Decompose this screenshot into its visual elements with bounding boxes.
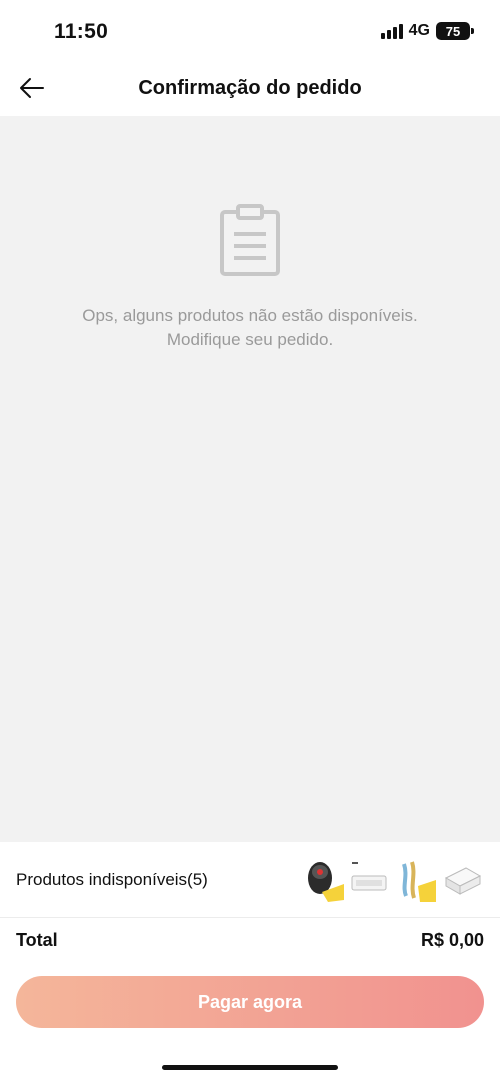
- total-label: Total: [16, 930, 58, 950]
- unavailable-message: Ops, alguns produtos não estão disponíve…: [82, 306, 418, 349]
- battery-icon: 75: [436, 22, 474, 40]
- unavailable-products-label: Produtos indisponíveis(5): [16, 870, 208, 889]
- total-value: R$ 0,00: [420, 930, 484, 950]
- home-indicator: [162, 1065, 338, 1070]
- header: Confirmação do pedido: [0, 62, 500, 116]
- pay-now-button[interactable]: Pagar agora: [16, 976, 484, 1028]
- white-adapter-thumbnail: [442, 856, 482, 904]
- status-bar: 11:50 4G 75: [0, 0, 500, 62]
- order-confirmation-screen: 11:50 4G 75 Confirmação do pedido Ops, a…: [0, 0, 500, 1082]
- white-module-thumbnail: [350, 856, 390, 904]
- signal-icon: [380, 23, 403, 39]
- network-type: 4G: [408, 22, 430, 39]
- unavailable-products-row[interactable]: Produtos indisponíveis(5): [0, 842, 500, 918]
- page-title: Confirmação do pedido: [138, 77, 362, 99]
- clipboard-icon: [220, 204, 280, 276]
- total-row: Total R$ 0,00: [0, 918, 500, 966]
- car-charger-thumbnail: [304, 856, 344, 904]
- product-thumbnails: [304, 856, 482, 904]
- cable-thumbnail: [396, 856, 436, 904]
- status-indicators: 4G 75: [380, 22, 474, 40]
- status-time: 11:50: [54, 20, 109, 43]
- main-content: Ops, alguns produtos não estão disponíve…: [0, 116, 500, 842]
